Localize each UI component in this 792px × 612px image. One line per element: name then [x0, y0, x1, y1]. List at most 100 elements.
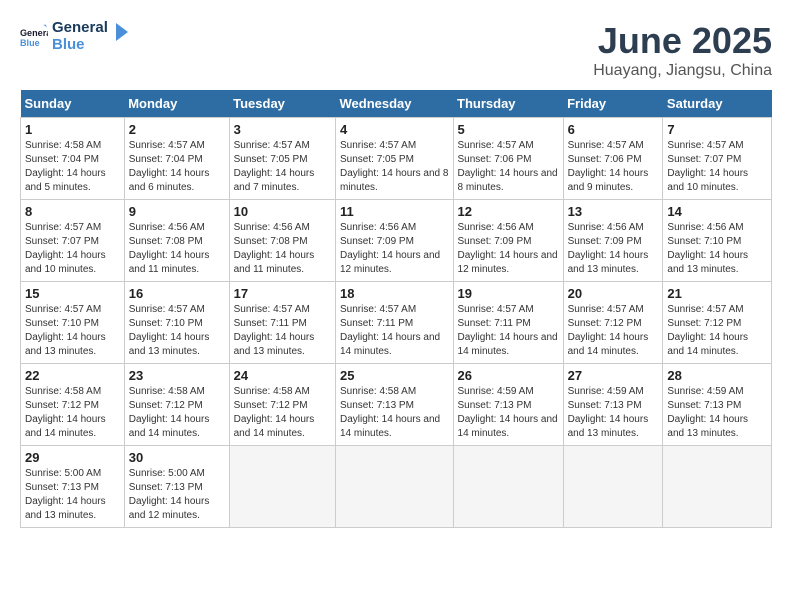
day-number: 29	[25, 450, 120, 465]
day-info: Sunrise: 4:57 AM Sunset: 7:11 PM Dayligh…	[340, 303, 449, 359]
day-info: Sunrise: 4:58 AM Sunset: 7:12 PM Dayligh…	[129, 385, 225, 441]
day-info: Sunrise: 5:00 AM Sunset: 7:13 PM Dayligh…	[25, 467, 120, 523]
logo-icon: General Blue	[20, 23, 48, 51]
logo: General Blue General Blue	[20, 20, 130, 53]
title-area: June 2025 Huayang, Jiangsu, China	[593, 20, 772, 80]
calendar-cell: 20 Sunrise: 4:57 AM Sunset: 7:12 PM Dayl…	[563, 282, 663, 364]
day-info: Sunrise: 4:57 AM Sunset: 7:06 PM Dayligh…	[458, 139, 559, 195]
calendar-cell: 4 Sunrise: 4:57 AM Sunset: 7:05 PM Dayli…	[336, 118, 454, 200]
day-number: 19	[458, 286, 559, 301]
day-number: 11	[340, 204, 449, 219]
day-number: 28	[667, 368, 767, 383]
calendar-cell: 14 Sunrise: 4:56 AM Sunset: 7:10 PM Dayl…	[663, 200, 772, 282]
svg-text:Blue: Blue	[20, 37, 40, 47]
calendar-cell: 26 Sunrise: 4:59 AM Sunset: 7:13 PM Dayl…	[453, 364, 563, 446]
calendar-cell: 23 Sunrise: 4:58 AM Sunset: 7:12 PM Dayl…	[124, 364, 229, 446]
day-info: Sunrise: 4:57 AM Sunset: 7:05 PM Dayligh…	[340, 139, 449, 195]
calendar-cell: 17 Sunrise: 4:57 AM Sunset: 7:11 PM Dayl…	[229, 282, 335, 364]
weekday-header: Sunday	[21, 90, 125, 118]
calendar-cell: 19 Sunrise: 4:57 AM Sunset: 7:11 PM Dayl…	[453, 282, 563, 364]
weekday-header: Monday	[124, 90, 229, 118]
day-info: Sunrise: 4:59 AM Sunset: 7:13 PM Dayligh…	[667, 385, 767, 441]
day-number: 18	[340, 286, 449, 301]
day-number: 22	[25, 368, 120, 383]
day-number: 10	[234, 204, 331, 219]
weekday-header: Saturday	[663, 90, 772, 118]
day-number: 2	[129, 122, 225, 137]
calendar-cell: 13 Sunrise: 4:56 AM Sunset: 7:09 PM Dayl…	[563, 200, 663, 282]
calendar-cell	[453, 446, 563, 528]
day-number: 4	[340, 122, 449, 137]
day-info: Sunrise: 4:58 AM Sunset: 7:13 PM Dayligh…	[340, 385, 449, 441]
calendar-cell: 7 Sunrise: 4:57 AM Sunset: 7:07 PM Dayli…	[663, 118, 772, 200]
day-info: Sunrise: 4:58 AM Sunset: 7:04 PM Dayligh…	[25, 139, 120, 195]
calendar-cell	[663, 446, 772, 528]
day-number: 23	[129, 368, 225, 383]
day-info: Sunrise: 4:57 AM Sunset: 7:12 PM Dayligh…	[667, 303, 767, 359]
day-info: Sunrise: 4:56 AM Sunset: 7:08 PM Dayligh…	[129, 221, 225, 277]
calendar-cell: 11 Sunrise: 4:56 AM Sunset: 7:09 PM Dayl…	[336, 200, 454, 282]
calendar-cell: 21 Sunrise: 4:57 AM Sunset: 7:12 PM Dayl…	[663, 282, 772, 364]
calendar-table: SundayMondayTuesdayWednesdayThursdayFrid…	[20, 90, 772, 528]
calendar-cell: 1 Sunrise: 4:58 AM Sunset: 7:04 PM Dayli…	[21, 118, 125, 200]
logo-blue: Blue	[52, 37, 108, 54]
calendar-cell: 18 Sunrise: 4:57 AM Sunset: 7:11 PM Dayl…	[336, 282, 454, 364]
day-info: Sunrise: 4:58 AM Sunset: 7:12 PM Dayligh…	[234, 385, 331, 441]
day-number: 14	[667, 204, 767, 219]
day-info: Sunrise: 4:58 AM Sunset: 7:12 PM Dayligh…	[25, 385, 120, 441]
day-number: 30	[129, 450, 225, 465]
day-number: 16	[129, 286, 225, 301]
day-number: 27	[568, 368, 659, 383]
day-number: 3	[234, 122, 331, 137]
calendar-cell: 24 Sunrise: 4:58 AM Sunset: 7:12 PM Dayl…	[229, 364, 335, 446]
calendar-cell	[336, 446, 454, 528]
day-info: Sunrise: 4:56 AM Sunset: 7:09 PM Dayligh…	[458, 221, 559, 277]
weekday-header: Tuesday	[229, 90, 335, 118]
logo-general: General	[52, 20, 108, 37]
day-info: Sunrise: 4:59 AM Sunset: 7:13 PM Dayligh…	[458, 385, 559, 441]
calendar-title: June 2025	[593, 20, 772, 62]
weekday-header: Friday	[563, 90, 663, 118]
calendar-subtitle: Huayang, Jiangsu, China	[593, 62, 772, 80]
weekday-header: Thursday	[453, 90, 563, 118]
day-info: Sunrise: 4:57 AM Sunset: 7:11 PM Dayligh…	[234, 303, 331, 359]
day-number: 7	[667, 122, 767, 137]
calendar-cell: 10 Sunrise: 4:56 AM Sunset: 7:08 PM Dayl…	[229, 200, 335, 282]
day-info: Sunrise: 4:56 AM Sunset: 7:09 PM Dayligh…	[340, 221, 449, 277]
calendar-cell: 6 Sunrise: 4:57 AM Sunset: 7:06 PM Dayli…	[563, 118, 663, 200]
weekday-header: Wednesday	[336, 90, 454, 118]
day-number: 21	[667, 286, 767, 301]
day-number: 5	[458, 122, 559, 137]
calendar-cell: 15 Sunrise: 4:57 AM Sunset: 7:10 PM Dayl…	[21, 282, 125, 364]
day-info: Sunrise: 4:57 AM Sunset: 7:10 PM Dayligh…	[129, 303, 225, 359]
calendar-cell: 25 Sunrise: 4:58 AM Sunset: 7:13 PM Dayl…	[336, 364, 454, 446]
day-info: Sunrise: 4:57 AM Sunset: 7:07 PM Dayligh…	[25, 221, 120, 277]
calendar-cell: 8 Sunrise: 4:57 AM Sunset: 7:07 PM Dayli…	[21, 200, 125, 282]
calendar-cell: 28 Sunrise: 4:59 AM Sunset: 7:13 PM Dayl…	[663, 364, 772, 446]
calendar-cell: 29 Sunrise: 5:00 AM Sunset: 7:13 PM Dayl…	[21, 446, 125, 528]
day-info: Sunrise: 4:57 AM Sunset: 7:10 PM Dayligh…	[25, 303, 120, 359]
day-number: 13	[568, 204, 659, 219]
day-number: 26	[458, 368, 559, 383]
day-info: Sunrise: 5:00 AM Sunset: 7:13 PM Dayligh…	[129, 467, 225, 523]
calendar-cell: 2 Sunrise: 4:57 AM Sunset: 7:04 PM Dayli…	[124, 118, 229, 200]
day-info: Sunrise: 4:57 AM Sunset: 7:11 PM Dayligh…	[458, 303, 559, 359]
day-info: Sunrise: 4:56 AM Sunset: 7:09 PM Dayligh…	[568, 221, 659, 277]
calendar-cell: 9 Sunrise: 4:56 AM Sunset: 7:08 PM Dayli…	[124, 200, 229, 282]
calendar-cell: 27 Sunrise: 4:59 AM Sunset: 7:13 PM Dayl…	[563, 364, 663, 446]
day-info: Sunrise: 4:57 AM Sunset: 7:04 PM Dayligh…	[129, 139, 225, 195]
day-number: 8	[25, 204, 120, 219]
day-info: Sunrise: 4:57 AM Sunset: 7:05 PM Dayligh…	[234, 139, 331, 195]
day-number: 6	[568, 122, 659, 137]
day-info: Sunrise: 4:56 AM Sunset: 7:10 PM Dayligh…	[667, 221, 767, 277]
day-number: 1	[25, 122, 120, 137]
logo-arrow-icon	[108, 21, 130, 43]
day-info: Sunrise: 4:57 AM Sunset: 7:12 PM Dayligh…	[568, 303, 659, 359]
day-number: 17	[234, 286, 331, 301]
calendar-cell: 3 Sunrise: 4:57 AM Sunset: 7:05 PM Dayli…	[229, 118, 335, 200]
day-info: Sunrise: 4:57 AM Sunset: 7:06 PM Dayligh…	[568, 139, 659, 195]
calendar-cell: 16 Sunrise: 4:57 AM Sunset: 7:10 PM Dayl…	[124, 282, 229, 364]
calendar-cell: 12 Sunrise: 4:56 AM Sunset: 7:09 PM Dayl…	[453, 200, 563, 282]
calendar-cell: 5 Sunrise: 4:57 AM Sunset: 7:06 PM Dayli…	[453, 118, 563, 200]
calendar-cell	[229, 446, 335, 528]
